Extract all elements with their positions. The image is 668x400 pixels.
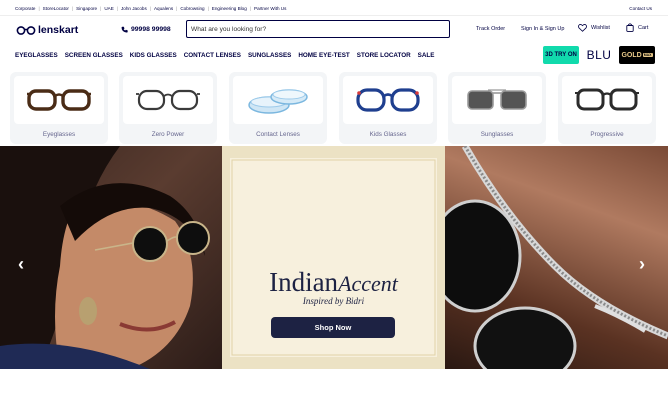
top-link-engineering-blog[interactable]: Engineering Blog xyxy=(212,6,247,11)
nav-item-store-locator[interactable]: STORE LOCATOR xyxy=(357,52,411,59)
header: lenskart 99998 99998 What are you lookin… xyxy=(0,16,668,44)
top-link-cobrowsing[interactable]: Cobrowsing xyxy=(180,6,204,11)
nav-item-contact-lenses[interactable]: CONTACT LENSES xyxy=(184,52,241,59)
contact-lenses-image xyxy=(233,76,323,124)
banner-model-photo: ‹ xyxy=(0,146,222,369)
signin-link[interactable]: Sign In & Sign Up xyxy=(521,26,564,32)
category-label: Progressive xyxy=(590,131,624,138)
banner-product-photo: › xyxy=(428,146,668,369)
nav-item-eyeglasses[interactable]: EYEGLASSES xyxy=(15,52,58,59)
glasses-logo-icon xyxy=(16,25,36,35)
shop-now-button[interactable]: Shop Now xyxy=(271,317,395,338)
gold-max-badge: MAX xyxy=(642,53,653,57)
nav-item-sunglasses[interactable]: SUNGLASSES xyxy=(248,52,291,59)
category-eyeglasses[interactable]: Eyeglasses xyxy=(10,72,108,144)
search-input[interactable]: What are you looking for? xyxy=(186,20,450,38)
top-link-uae[interactable]: UAE xyxy=(104,6,113,11)
top-links: Corporate | StoreLocator | Singapore | UAE |… xyxy=(15,6,287,11)
banner-title: IndianAccent xyxy=(222,267,445,298)
category-zero-power[interactable]: Zero Power xyxy=(119,72,217,144)
category-kids-glasses[interactable]: Kids Glasses xyxy=(339,72,437,144)
category-label: Kids Glasses xyxy=(369,131,407,138)
category-label: Zero Power xyxy=(151,131,185,138)
lenskart-logo[interactable]: lenskart xyxy=(16,24,78,36)
banner-title-script: Accent xyxy=(338,271,398,296)
eyeglasses-image xyxy=(14,76,104,124)
gold-button[interactable]: GOLD MAX xyxy=(619,46,655,64)
carousel-next-arrow[interactable]: › xyxy=(639,254,645,275)
gold-label: GOLD xyxy=(621,51,642,59)
top-link-john-jacobs[interactable]: John Jacobs xyxy=(121,6,147,11)
progressive-image xyxy=(562,76,652,124)
top-link-singapore[interactable]: Singapore xyxy=(76,6,97,11)
category-label: Contact Lenses xyxy=(256,131,300,138)
cart-label: Cart xyxy=(638,24,649,31)
wishlist-label: Wishlist xyxy=(591,25,610,31)
banner-title-main: Indian xyxy=(269,267,339,297)
category-row: Eyeglasses Zero Power Contact Lenses Kid… xyxy=(0,66,668,144)
top-link-partner[interactable]: Partner With Us xyxy=(254,6,286,11)
phone-icon xyxy=(121,26,128,33)
nav-item-kids-glasses[interactable]: KIDS GLASSES xyxy=(130,52,177,59)
hero-banner-carousel[interactable]: ‹ IndianAccent Inspired by Bidri Shop No… xyxy=(0,146,668,369)
nav-item-home-eye-test[interactable]: HOME EYE-TEST xyxy=(298,52,349,59)
page-continuation xyxy=(0,369,668,400)
category-label: Eyeglasses xyxy=(42,131,76,138)
3d-try-on-button[interactable]: 3D TRY ON xyxy=(543,46,579,64)
wishlist-link[interactable]: Wishlist xyxy=(578,24,610,32)
banner-center-panel: IndianAccent Inspired by Bidri Shop Now xyxy=(222,146,445,369)
nav-menu: EYEGLASSES SCREEN GLASSES KIDS GLASSES C… xyxy=(15,52,434,59)
top-utility-bar: Corporate | StoreLocator | Singapore | UAE |… xyxy=(0,0,668,16)
sunglasses-image xyxy=(452,76,542,124)
phone-number[interactable]: 99998 99998 xyxy=(121,26,171,33)
top-link-aqualens[interactable]: Aqualens xyxy=(154,6,173,11)
category-contact-lenses[interactable]: Contact Lenses xyxy=(229,72,327,144)
top-link-corporate[interactable]: Corporate xyxy=(15,6,35,11)
nav-item-sale[interactable]: SALE xyxy=(418,52,435,59)
nav-item-screen-glasses[interactable]: SCREEN GLASSES xyxy=(65,52,123,59)
banner-subtitle: Inspired by Bidri xyxy=(302,296,365,306)
zero-power-image xyxy=(123,76,213,124)
blu-button[interactable]: BLU xyxy=(583,46,615,64)
top-link-storelocator[interactable]: StoreLocator xyxy=(43,6,69,11)
heart-icon xyxy=(578,24,587,32)
cart-link[interactable]: Cart xyxy=(626,23,648,32)
logo-text: lenskart xyxy=(38,24,79,36)
carousel-prev-arrow[interactable]: ‹ xyxy=(18,254,24,275)
category-sunglasses[interactable]: Sunglasses xyxy=(448,72,546,144)
track-order-link[interactable]: Track Order xyxy=(476,26,505,32)
category-progressive[interactable]: Progressive xyxy=(558,72,656,144)
contact-us-link[interactable]: Contact Us xyxy=(629,6,652,11)
category-label: Sunglasses xyxy=(480,131,514,138)
kids-glasses-image xyxy=(343,76,433,124)
main-nav: EYEGLASSES SCREEN GLASSES KIDS GLASSES C… xyxy=(0,44,668,66)
cart-bag-icon xyxy=(626,23,634,32)
